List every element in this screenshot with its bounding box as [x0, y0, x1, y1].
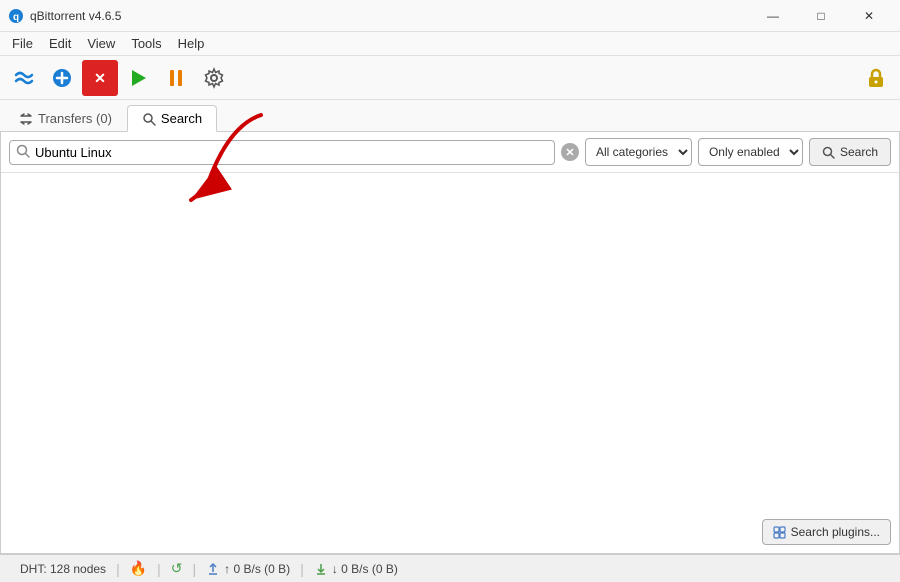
toolbar: ✕: [0, 56, 900, 100]
lock-button[interactable]: [858, 60, 894, 96]
plugins-icon: [773, 526, 786, 539]
settings-button[interactable]: [196, 60, 232, 96]
menu-view[interactable]: View: [79, 34, 123, 53]
tabs: Transfers (0) Search: [0, 100, 900, 132]
pause-button[interactable]: [158, 60, 194, 96]
add-button[interactable]: [44, 60, 80, 96]
main-content: ✕ All categories Only enabled Search: [0, 132, 900, 554]
status-bar: DHT: 128 nodes | 🔥 | ↺ | ↑ 0 B/s (0 B) |…: [0, 554, 900, 582]
menu-bar: File Edit View Tools Help: [0, 32, 900, 56]
transfers-icon: [19, 112, 33, 126]
empty-area: Search plugins...: [1, 173, 899, 553]
upload-status: ↑ 0 B/s (0 B): [196, 562, 300, 576]
search-input-wrapper: [9, 140, 555, 165]
minimize-button[interactable]: —: [750, 0, 796, 32]
menu-tools[interactable]: Tools: [123, 34, 169, 53]
svg-text:q: q: [13, 12, 19, 23]
maximize-button[interactable]: □: [798, 0, 844, 32]
search-icon: [16, 144, 30, 161]
dht-refresh-icon: ↺: [161, 560, 193, 577]
download-status: ↓ 0 B/s (0 B): [304, 562, 408, 576]
clear-search-button[interactable]: ✕: [561, 143, 579, 161]
title-bar: q qBittorrent v4.6.5 — □ ✕: [0, 0, 900, 32]
search-input[interactable]: [35, 145, 548, 160]
search-bar: ✕ All categories Only enabled Search: [1, 132, 899, 173]
menu-edit[interactable]: Edit: [41, 34, 79, 53]
app-icon: q: [8, 8, 24, 24]
search-tab-icon: [142, 112, 156, 126]
category-select[interactable]: All categories: [585, 138, 692, 166]
svg-text:✕: ✕: [94, 70, 106, 86]
tab-search[interactable]: Search: [127, 105, 217, 132]
download-icon: [314, 562, 328, 576]
dht-status: DHT: 128 nodes: [10, 562, 116, 576]
enabled-select[interactable]: Only enabled: [698, 138, 803, 166]
search-execute-button[interactable]: Search: [809, 138, 891, 166]
close-button[interactable]: ✕: [846, 0, 892, 32]
menu-help[interactable]: Help: [170, 34, 213, 53]
tab-transfers[interactable]: Transfers (0): [4, 105, 127, 131]
menu-file[interactable]: File: [4, 34, 41, 53]
search-plugins-button[interactable]: Search plugins...: [762, 519, 891, 545]
dht-flame-icon: 🔥: [120, 560, 157, 577]
delete-button[interactable]: ✕: [82, 60, 118, 96]
window-controls: — □ ✕: [750, 0, 892, 32]
add-torrent-link-button[interactable]: [6, 60, 42, 96]
upload-icon: [206, 562, 220, 576]
search-button-icon: [822, 146, 835, 159]
resume-button[interactable]: [120, 60, 156, 96]
window-title: qBittorrent v4.6.5: [30, 9, 750, 23]
